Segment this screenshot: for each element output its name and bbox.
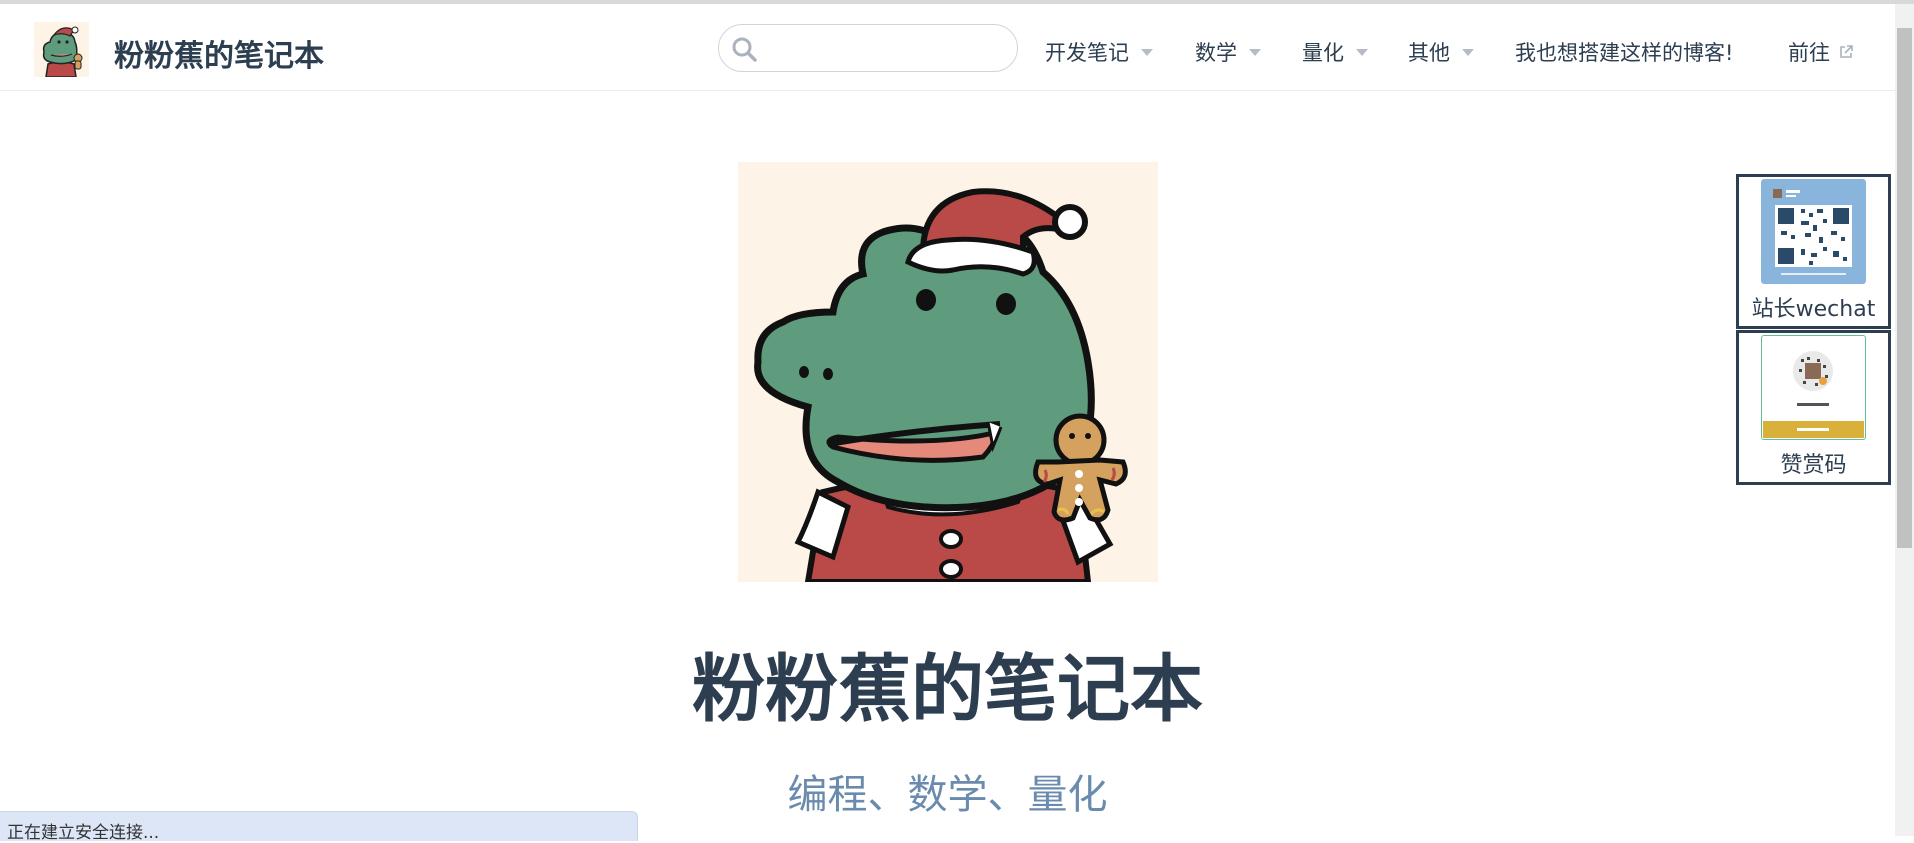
chevron-down-icon [1249, 48, 1261, 56]
nav-item-other[interactable]: 其他 [1408, 37, 1474, 67]
site-logo-icon[interactable] [34, 22, 89, 77]
external-link-icon [1840, 45, 1853, 58]
search-input[interactable] [767, 31, 1006, 67]
chevron-down-icon [1356, 48, 1368, 56]
nav-item-math[interactable]: 数学 [1195, 37, 1261, 67]
scrollbar-thumb[interactable] [1897, 28, 1912, 548]
nav-item-label: 其他 [1408, 41, 1450, 65]
hero-avatar-image [738, 162, 1158, 582]
side-card-label: 赞赏码 [1780, 453, 1847, 478]
nav-item-label: 开发笔记 [1045, 41, 1129, 65]
nav-item-label: 数学 [1195, 41, 1237, 65]
status-bar: 正在建立安全连接... [0, 811, 638, 843]
nav-item-goto[interactable]: 前往 [1788, 37, 1854, 67]
status-text: 正在建立安全连接... [7, 823, 160, 843]
nav-item-dev-notes[interactable]: 开发笔记 [1045, 37, 1153, 67]
wechat-qr-icon [1761, 179, 1866, 284]
chevron-down-icon [1141, 48, 1153, 56]
side-card-donate[interactable]: 赞赏码 [1736, 330, 1891, 485]
nav-item-label: 量化 [1302, 41, 1344, 65]
nav-item-build-blog[interactable]: 我也想搭建这样的博客! [1515, 37, 1733, 67]
hero-title: 粉粉蕉的笔记本 [692, 647, 1203, 732]
search-icon [732, 37, 757, 62]
side-card-wechat[interactable]: 站长wechat [1736, 174, 1891, 329]
side-card-label: 站长wechat [1751, 297, 1876, 322]
scrollbar[interactable] [1895, 4, 1914, 836]
nav-item-label: 前往 [1788, 41, 1830, 65]
nav-item-label: 我也想搭建这样的博客! [1515, 41, 1734, 65]
search-box[interactable] [718, 24, 1018, 72]
navbar: 粉粉蕉的笔记本 开发笔记 数学 量化 其他 我也想搭建这样的博客! 前往 [0, 4, 1895, 91]
donate-qr-icon [1761, 335, 1866, 440]
chevron-down-icon [1462, 48, 1474, 56]
site-name[interactable]: 粉粉蕉的笔记本 [114, 31, 324, 75]
nav-item-quant[interactable]: 量化 [1302, 37, 1368, 67]
